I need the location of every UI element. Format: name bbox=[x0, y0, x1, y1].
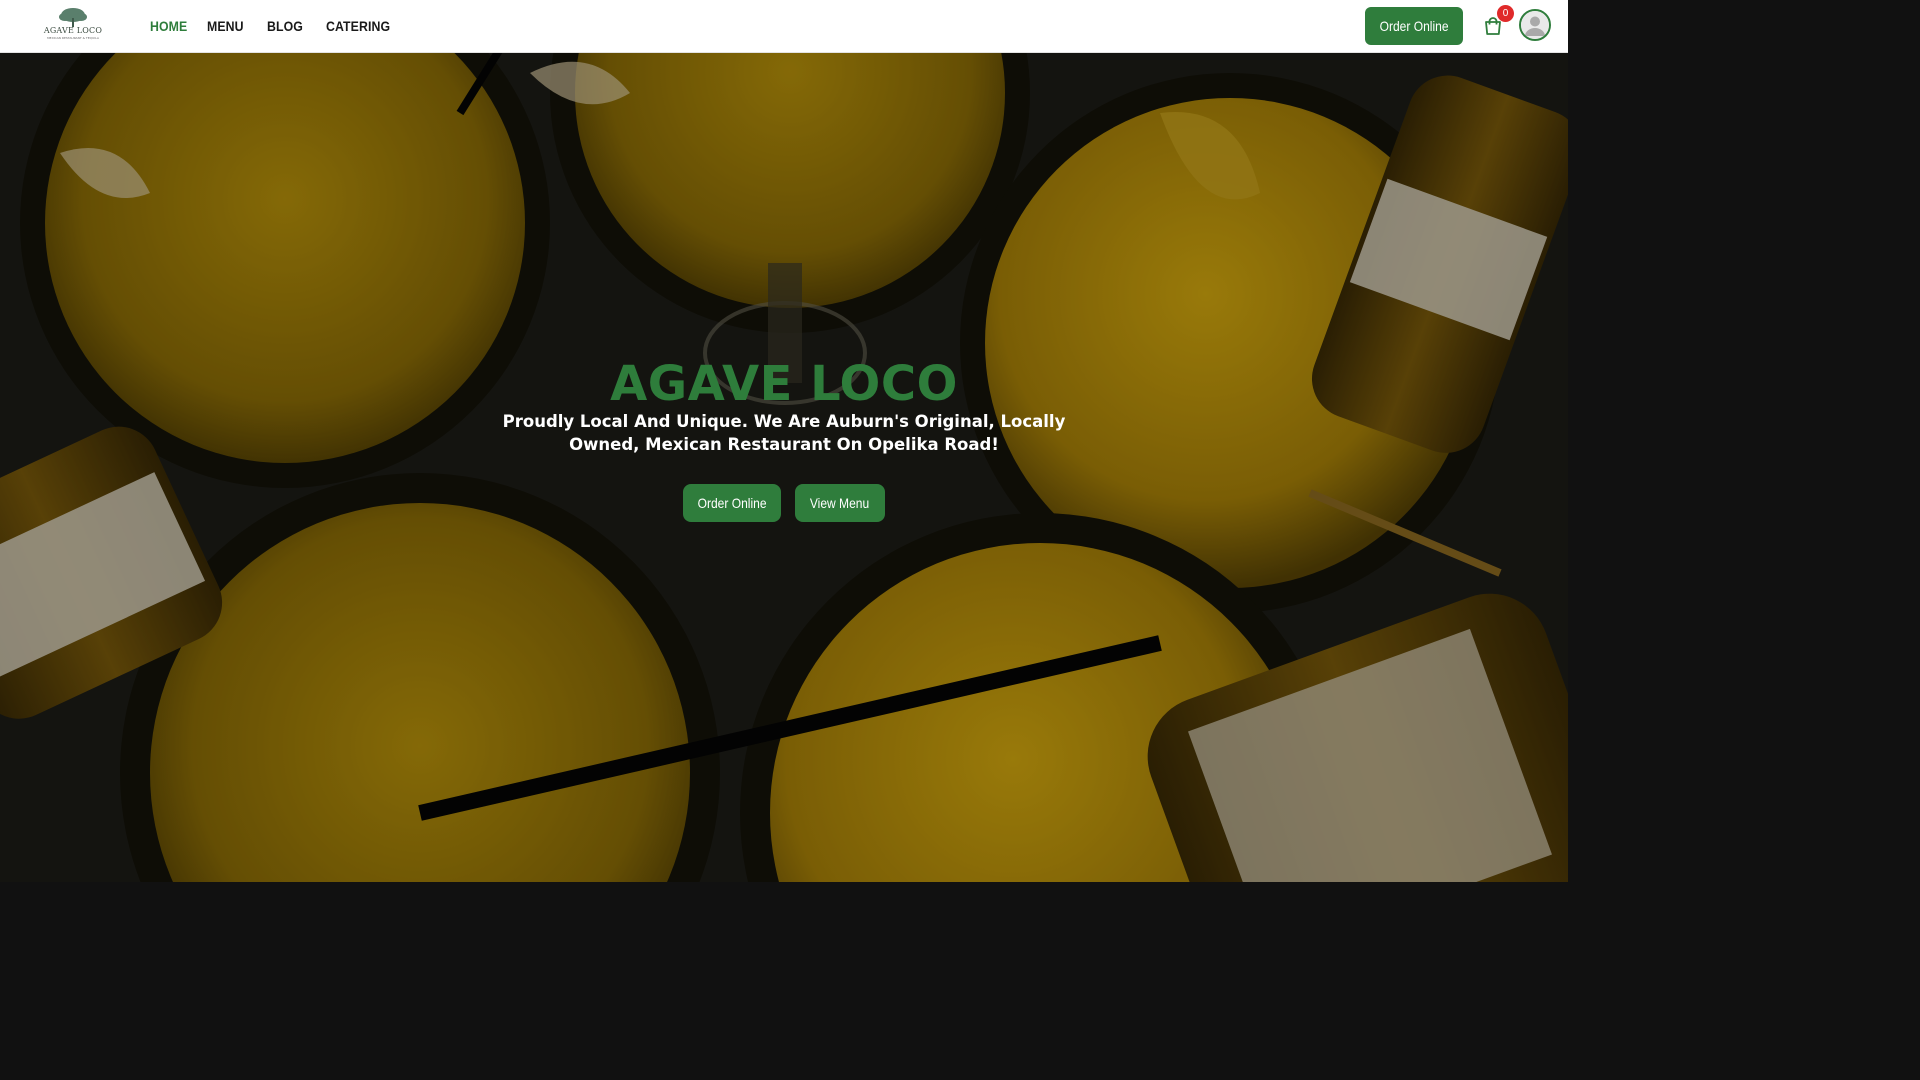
logo-subtext: MEXICAN RESTAURANT & TEQUILA bbox=[47, 36, 99, 40]
header-order-online-button[interactable]: Order Online bbox=[1365, 7, 1463, 45]
hero-dark-overlay bbox=[0, 53, 1568, 882]
hero-view-menu-button[interactable]: View Menu bbox=[795, 484, 885, 522]
hero-section: AGAVE LOCO Proudly Local And Unique. We … bbox=[0, 53, 1568, 882]
hero-order-online-label: Order Online bbox=[697, 495, 767, 511]
user-silhouette-icon bbox=[1521, 11, 1549, 39]
nav-catering[interactable]: CATERING bbox=[326, 18, 390, 34]
nav-home[interactable]: HOME bbox=[150, 18, 187, 34]
nav-menu[interactable]: MENU bbox=[207, 18, 244, 34]
logo-text: AGAVE LOCO bbox=[43, 26, 103, 35]
user-avatar-icon[interactable] bbox=[1519, 9, 1551, 41]
logo[interactable]: AGAVE LOCO MEXICAN RESTAURANT & TEQUILA bbox=[40, 6, 106, 46]
hero-order-online-button[interactable]: Order Online bbox=[683, 484, 781, 522]
header-order-online-label: Order Online bbox=[1379, 18, 1449, 34]
agave-tree-icon bbox=[59, 8, 87, 27]
site-header: AGAVE LOCO MEXICAN RESTAURANT & TEQUILA … bbox=[0, 0, 1568, 53]
hero-view-menu-label: View Menu bbox=[810, 495, 870, 511]
main-nav: HOME MENU BLOG CATERING bbox=[150, 0, 418, 52]
hero-subtitle: Proudly Local And Unique. We Are Auburn'… bbox=[502, 412, 1066, 454]
cart-count-badge: 0 bbox=[1497, 5, 1514, 22]
nav-blog[interactable]: BLOG bbox=[267, 18, 303, 34]
hero-title: AGAVE LOCO bbox=[610, 356, 958, 412]
